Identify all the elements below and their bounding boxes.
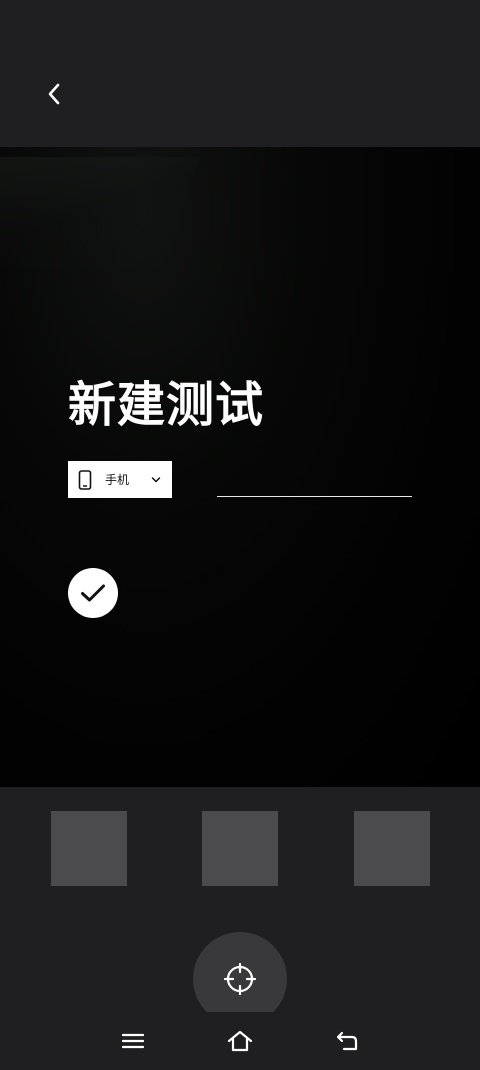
home-icon <box>227 1030 253 1052</box>
back-button[interactable] <box>34 74 74 114</box>
page-title: 新建测试 <box>68 377 265 433</box>
top-bar <box>0 0 480 147</box>
chevron-down-icon <box>150 474 162 486</box>
gallery-thumbnail-3[interactable] <box>354 811 430 886</box>
nav-home-button[interactable] <box>220 1026 260 1056</box>
gallery-thumbnail-1[interactable] <box>51 811 127 886</box>
camera-screen: 新建测试 手机 <box>0 0 480 1070</box>
nav-menu-button[interactable] <box>113 1026 153 1056</box>
device-type-label: 手机 <box>105 473 130 487</box>
chevron-left-icon <box>48 83 60 105</box>
back-arrow-icon <box>336 1031 358 1051</box>
test-name-input[interactable] <box>217 465 412 497</box>
nav-back-button[interactable] <box>327 1026 367 1056</box>
device-type-dropdown[interactable]: 手机 <box>68 461 172 498</box>
crosshair-icon <box>223 962 257 996</box>
confirm-button[interactable] <box>68 568 118 618</box>
gallery-thumbnail-2[interactable] <box>202 811 278 886</box>
check-icon <box>81 584 105 602</box>
system-navigation-bar <box>0 1012 480 1070</box>
menu-icon <box>122 1033 144 1049</box>
phone-icon <box>78 469 92 490</box>
viewfinder-glare <box>0 157 201 267</box>
camera-viewfinder: 新建测试 手机 <box>0 147 480 787</box>
